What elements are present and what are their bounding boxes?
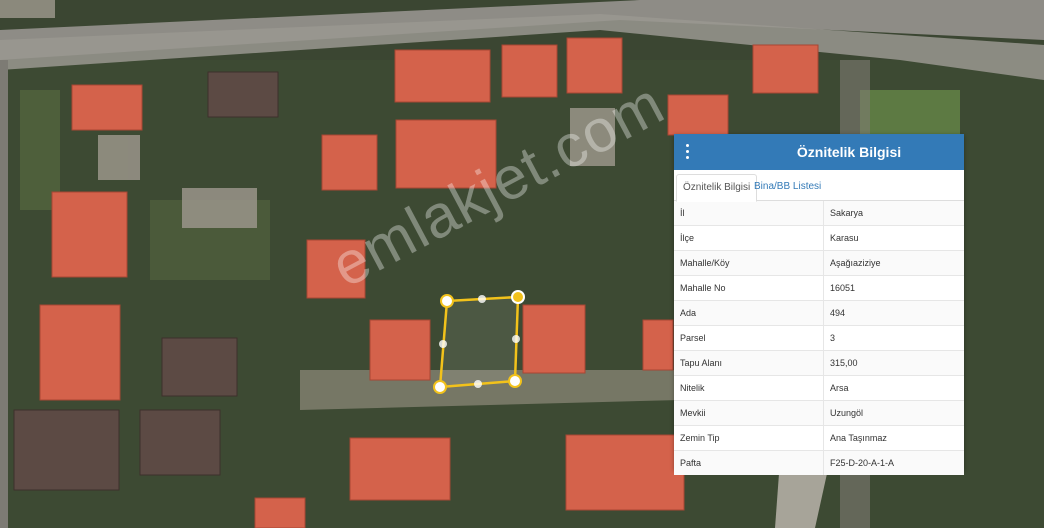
attr-value: 494 [830, 308, 846, 318]
attr-key: İlçe [674, 226, 824, 250]
attr-value: Karasu [830, 233, 859, 243]
table-row: Mahalle/Köy Aşağıaziziye [674, 250, 964, 275]
attr-value: Sakarya [830, 208, 864, 218]
table-row: Pafta F25-D-20-A-1-A [674, 450, 964, 475]
panel-header: Öznitelik Bilgisi [674, 134, 964, 170]
attr-value: 315,00 [830, 358, 858, 368]
table-row: İl Sakarya [674, 201, 964, 225]
attr-value: Aşağıaziziye [830, 258, 881, 268]
attr-key: Mahalle/Köy [674, 251, 824, 275]
attr-value: Arsa [830, 383, 849, 393]
attr-key: Mevkii [674, 401, 824, 425]
attr-value: 16051 [830, 283, 856, 293]
attr-value: 3 [830, 333, 836, 343]
tab-attribute-info[interactable]: Öznitelik Bilgisi [676, 174, 758, 202]
attr-key: İl [674, 201, 824, 225]
table-row: Parsel 3 [674, 325, 964, 350]
attr-key: Ada [674, 301, 824, 325]
attr-key: Zemin Tip [674, 426, 824, 450]
attr-key: Pafta [674, 451, 824, 475]
panel-title: Öznitelik Bilgisi [796, 144, 902, 160]
attribute-table: İl Sakarya İlçe Karasu Mahalle/Köy Aşağıazi… [674, 201, 964, 475]
attr-key: Parsel [674, 326, 824, 350]
table-row: Mahalle No 16051 [674, 275, 964, 300]
attr-key: Mahalle No [674, 276, 824, 300]
table-row: Tapu Alanı 315,00 [674, 350, 964, 375]
panel-tabs: Öznitelik Bilgisi Bina/BB Listesi [674, 170, 964, 202]
parcel-outline[interactable] [433, 290, 525, 394]
attr-value: Ana Taşınmaz [830, 433, 887, 443]
attr-key: Tapu Alanı [674, 351, 824, 375]
table-row: Zemin Tip Ana Taşınmaz [674, 425, 964, 450]
table-row: İlçe Karasu [674, 225, 964, 250]
table-row: Mevkii Uzungöl [674, 400, 964, 425]
table-row: Ada 494 [674, 300, 964, 325]
attribute-info-panel: Öznitelik Bilgisi Öznitelik Bilgisi Bina… [674, 134, 964, 475]
attr-key: Nitelik [674, 376, 824, 400]
table-row: Nitelik Arsa [674, 375, 964, 400]
attr-value: F25-D-20-A-1-A [830, 458, 895, 468]
attr-value: Uzungöl [830, 408, 864, 418]
tab-building-list[interactable]: Bina/BB Listesi [748, 174, 827, 200]
